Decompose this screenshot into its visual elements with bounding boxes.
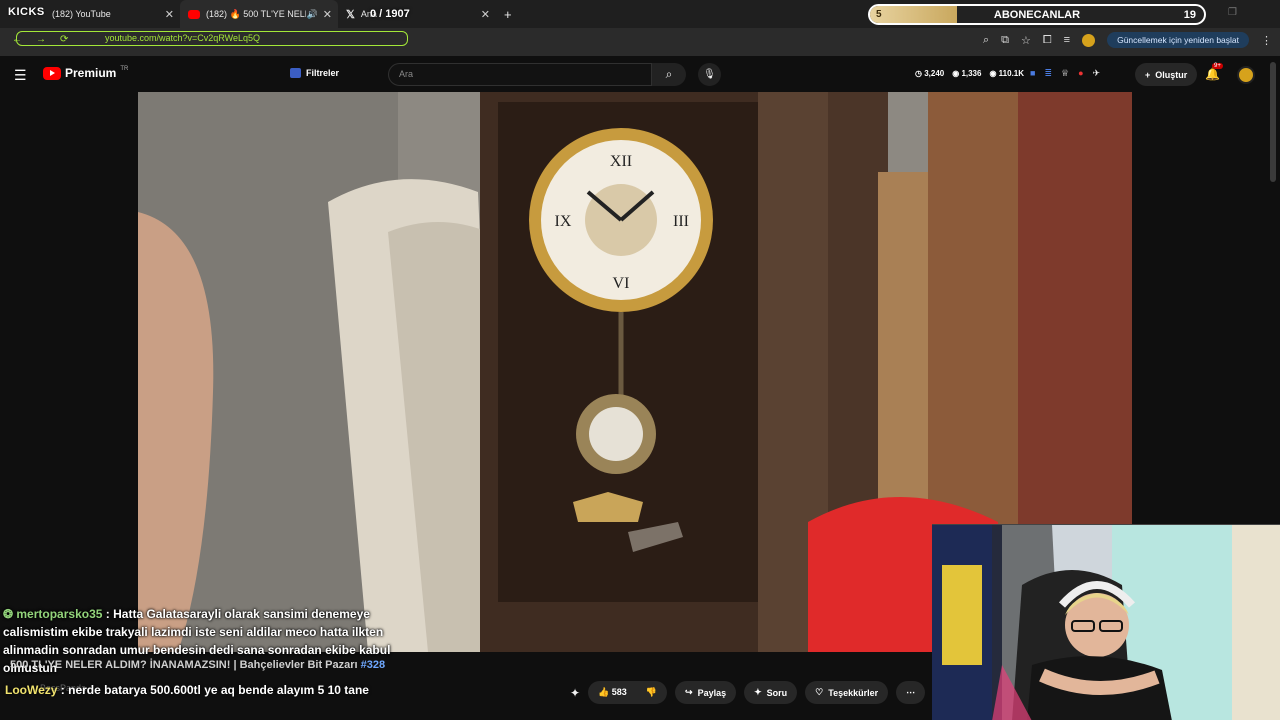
youtube-play-icon — [43, 66, 61, 80]
sparkle-icon[interactable]: ✦ — [570, 686, 580, 700]
filters-button[interactable]: Filtreler — [290, 68, 339, 78]
heart-dollar-icon: ♡ — [815, 687, 824, 697]
hamburger-menu-icon[interactable]: ☰ — [14, 67, 27, 84]
create-label: Oluştur — [1155, 69, 1188, 80]
url-field[interactable]: youtube.com/watch?v=Cv2qRWeLq5Q — [16, 31, 408, 46]
svg-text:XII: XII — [610, 153, 632, 170]
search-input[interactable] — [389, 64, 651, 84]
page-scrollbar[interactable] — [1270, 62, 1276, 182]
search-button[interactable]: ⌕ — [652, 63, 686, 86]
notification-badge: 9+ — [1212, 63, 1223, 69]
filter-icon — [290, 68, 301, 78]
playlist-icon[interactable]: ≡ — [1064, 34, 1070, 46]
notifications-bell-icon[interactable]: 🔔 9+ — [1205, 63, 1223, 81]
ask-label: Soru — [766, 687, 788, 698]
close-tab-icon[interactable]: ✕ — [481, 8, 490, 21]
tab-video[interactable]: (182) 🔥 500 TL'YE NELER A 🔊 ✕ — [180, 0, 338, 28]
logo-text: Premium — [65, 66, 117, 80]
restore-window-icon[interactable]: ❐ — [1228, 7, 1237, 18]
new-tab-button[interactable]: + — [496, 0, 520, 28]
url-text: youtube.com/watch?v=Cv2qRWeLq5Q — [105, 33, 261, 43]
tab-x[interactable]: 𝕏 Ana ✕ — [338, 0, 496, 28]
account-avatar[interactable] — [1237, 66, 1255, 84]
region-code: TR — [120, 66, 129, 72]
channel-stats: ◷ 3,240 ◉ 1,336 ◉ 110.1K — [915, 69, 1024, 78]
filters-label: Filtreler — [306, 68, 340, 78]
title-text: 500 TL'YE NELER ALDIM? İNANAMAZSIN! | Ba… — [10, 659, 358, 671]
chat-message: LooWezy : nerde batarya 500.600tl ye aq … — [5, 683, 369, 697]
kicks-overlay-label: KICKS — [8, 6, 45, 18]
update-button[interactable]: Güncellemek için yeniden başlat — [1107, 32, 1249, 48]
list-icon[interactable]: ≣ — [1044, 68, 1052, 79]
subscriber-goal-bar: 5 ABONECANLAR 19 — [868, 4, 1206, 25]
chat-badge-icon: ❂ — [3, 607, 17, 621]
share-button[interactable]: ↪ Paylaş — [675, 681, 737, 704]
close-tab-icon[interactable]: ✕ — [323, 8, 332, 21]
profile-avatar-icon[interactable] — [1082, 33, 1096, 47]
chat-text: nerde batarya 500.600tl ye aq bende alay… — [68, 683, 369, 697]
thanks-button[interactable]: ♡ Teşekkürler — [805, 681, 889, 704]
more-icon: ⋯ — [906, 687, 916, 697]
search-icon: ⌕ — [665, 67, 673, 81]
stat-clock: ◷ 3,240 — [915, 69, 945, 78]
video-actions: ✦ 👍 583 👎 ↪ Paylaş ✦ Soru ♡ Teşekkürler … — [570, 681, 926, 704]
extension-icons: ■ ≣ ♕ ● ✈ — [1030, 68, 1100, 79]
extension-icon[interactable]: ■ — [1030, 68, 1035, 79]
chat-username: mertoparsko35 — [16, 607, 103, 621]
thanks-label: Teşekkürler — [828, 687, 879, 698]
microphone-icon: 🎙 — [703, 69, 716, 80]
create-button[interactable]: + Oluştur — [1135, 63, 1198, 86]
extensions-icon[interactable]: ⧠ — [1043, 34, 1052, 47]
tab-label: (182) YouTube — [52, 9, 111, 19]
overlay-counter: 0 / 1907 — [370, 8, 410, 20]
video-title: 500 TL'YE NELER ALDIM? İNANAMAZSIN! | Ba… — [10, 659, 385, 671]
search-box — [388, 63, 652, 86]
youtube-premium-logo[interactable]: Premium TR — [43, 66, 128, 80]
address-right-controls: ⌕ ⧉ ☆ ⧠ ≡ Güncellemek için yeniden başla… — [983, 32, 1272, 48]
rocket-icon[interactable]: ✈ — [1093, 68, 1101, 79]
alert-icon[interactable]: ● — [1078, 68, 1083, 79]
plus-icon: + — [1145, 69, 1151, 80]
voice-search-button[interactable]: 🎙 — [698, 63, 721, 86]
like-button[interactable]: 👍 583 — [598, 687, 627, 698]
svg-text:IX: IX — [555, 213, 572, 230]
like-dislike-group: 👍 583 👎 — [588, 681, 668, 704]
sparkle-icon: ✦ — [754, 687, 762, 697]
kebab-menu-icon[interactable]: ⋮ — [1261, 34, 1272, 47]
video-hashtag[interactable]: #328 — [361, 659, 385, 671]
stat-views: ◉ 1,336 — [952, 69, 982, 78]
speaker-icon[interactable]: 🔊 — [307, 9, 318, 20]
svg-text:III: III — [673, 213, 689, 230]
bookmark-star-icon[interactable]: ☆ — [1021, 34, 1031, 47]
ask-button[interactable]: ✦ Soru — [744, 681, 798, 704]
dislike-button[interactable]: 👎 — [646, 687, 657, 698]
stat-subs: ◉ 110.1K — [989, 69, 1025, 78]
close-tab-icon[interactable]: ✕ — [165, 8, 174, 21]
goal-end: 19 — [1183, 8, 1196, 21]
webcam-frame — [932, 525, 1280, 720]
youtube-header: ☰ Premium TR Filtreler ⌕ 🎙 ◷ 3,240 ◉ 1,3… — [0, 56, 1280, 92]
streamer-webcam — [932, 524, 1280, 720]
youtube-favicon-icon — [188, 9, 200, 19]
x-logo-icon: 𝕏 — [346, 8, 355, 21]
share-icon: ↪ — [685, 687, 693, 697]
share-label: Paylaş — [697, 687, 727, 698]
address-bar: ← → ⟳ youtube.com/watch?v=Cv2qRWeLq5Q ⌕ … — [0, 28, 1280, 56]
tab-label: (182) 🔥 500 TL'YE NELER A — [206, 8, 306, 19]
more-actions-button[interactable]: ⋯ — [896, 681, 926, 704]
chat-username: LooWezy — [5, 683, 58, 697]
goal-label: ABONECANLAR — [993, 8, 1081, 21]
zoom-icon[interactable]: ⌕ — [983, 34, 989, 47]
svg-text:VI: VI — [613, 275, 630, 292]
cast-icon[interactable]: ⧉ — [1001, 34, 1009, 47]
trophy-icon[interactable]: ♕ — [1061, 68, 1069, 79]
